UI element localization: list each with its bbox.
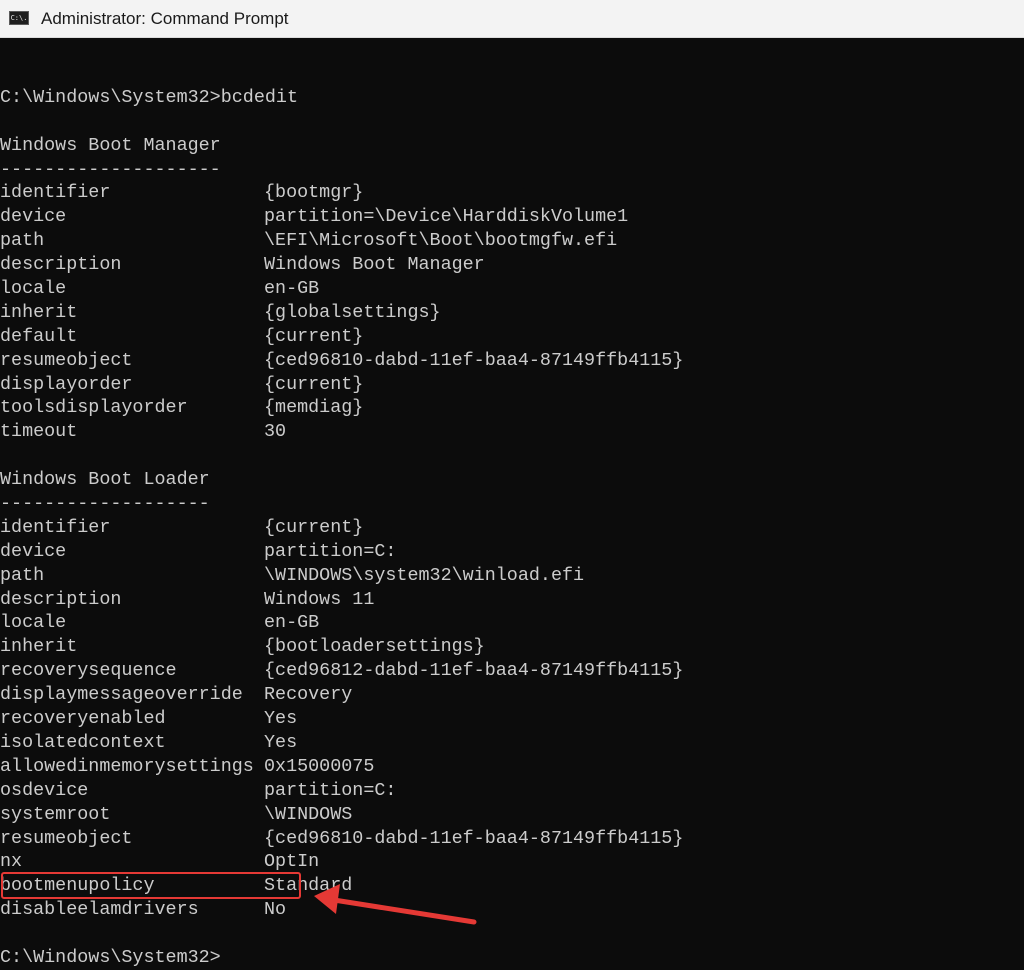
bcd-entry: default {current} (0, 325, 1024, 349)
entry-key: timeout (0, 421, 78, 443)
cmd-icon: C:\. (9, 11, 29, 25)
command-line: C:\Windows\System32>bcdedit (0, 86, 298, 108)
bcd-entry: path \WINDOWS\system32\winload.efi (0, 564, 1024, 588)
entry-value: partition=\Device\HarddiskVolume1 (264, 206, 629, 228)
entry-value: {bootmgr} (264, 182, 364, 204)
boot-manager-entries: identifier {bootmgr} device partition=\Devi… (0, 181, 1024, 444)
entry-value: Yes (264, 708, 298, 730)
bcd-entry: resumeobject {ced96810-dabd-11ef-baa4-871… (0, 349, 1024, 373)
entry-key: resumeobject (0, 827, 133, 849)
entry-key: identifier (0, 516, 111, 538)
entry-value: {current} (264, 325, 364, 347)
entry-key: disableelamdrivers (0, 899, 199, 921)
entry-value: 0x15000075 (264, 755, 375, 777)
entry-value: {current} (264, 373, 364, 395)
entry-key: device (0, 540, 67, 562)
entry-key: description (0, 588, 122, 610)
entry-key: isolatedcontext (0, 731, 166, 753)
entry-value: \EFI\Microsoft\Boot\bootmgfw.efi (264, 230, 618, 252)
entry-key: recoverysequence (0, 660, 177, 682)
bcd-entry: osdevice partition=C: (0, 779, 1024, 803)
bcd-entry: displaymessageoverride Recovery (0, 683, 1024, 707)
entry-value: en-GB (264, 278, 320, 300)
entry-value: Windows Boot Manager (264, 254, 485, 276)
highlight-box (1, 872, 301, 899)
boot-manager-heading: Windows Boot Manager (0, 134, 221, 156)
bcd-entry: systemroot \WINDOWS (0, 803, 1024, 827)
bcd-entry: toolsdisplayorder {memdiag} (0, 396, 1024, 420)
entry-key: nx (0, 851, 23, 873)
bcd-entry: path \EFI\Microsoft\Boot\bootmgfw.efi (0, 229, 1024, 253)
entry-value: 30 (264, 421, 287, 443)
bcd-entry: identifier {bootmgr} (0, 181, 1024, 205)
bcd-entry: nx OptIn (0, 850, 1024, 874)
bcd-entry: resumeobject {ced96810-dabd-11ef-baa4-871… (0, 827, 1024, 851)
boot-loader-entries: identifier {current} device partition=C: pat… (0, 516, 1024, 922)
heading-underline: -------------------- (0, 158, 221, 180)
bcd-entry: timeout 30 (0, 420, 1024, 444)
entry-value: {ced96810-dabd-11ef-baa4-87149ffb4115} (264, 827, 684, 849)
entry-key: systemroot (0, 803, 111, 825)
entry-value: {current} (264, 516, 364, 538)
entry-key: path (0, 230, 45, 252)
prompt-line: C:\Windows\System32> (0, 946, 221, 968)
entry-value: {ced96810-dabd-11ef-baa4-87149ffb4115} (264, 349, 684, 371)
bcd-entry: locale en-GB (0, 611, 1024, 635)
entry-key: locale (0, 278, 67, 300)
console-output[interactable]: C:\Windows\System32>bcdedit Windows Boot… (0, 62, 1024, 970)
entry-value: {memdiag} (264, 397, 364, 419)
entry-key: identifier (0, 182, 111, 204)
bcd-entry: inherit {bootloadersettings} (0, 635, 1024, 659)
bcd-entry: device partition=C: (0, 540, 1024, 564)
entry-key: device (0, 206, 67, 228)
bcd-entry: displayorder {current} (0, 373, 1024, 397)
window-title: Administrator: Command Prompt (41, 9, 289, 28)
bcd-entry: inherit {globalsettings} (0, 301, 1024, 325)
entry-value: Yes (264, 731, 298, 753)
bcd-entry: device partition=\Device\HarddiskVolume1 (0, 205, 1024, 229)
entry-value: No (264, 899, 287, 921)
bcd-entry: description Windows Boot Manager (0, 253, 1024, 277)
entry-value: partition=C: (264, 779, 397, 801)
entry-value: Recovery (264, 684, 353, 706)
title-bar: C:\. Administrator: Command Prompt (0, 0, 1024, 38)
entry-value: Windows 11 (264, 588, 375, 610)
bcd-entry: description Windows 11 (0, 588, 1024, 612)
bcd-entry: disableelamdrivers No (0, 898, 1024, 922)
entry-key: inherit (0, 636, 78, 658)
entry-key: resumeobject (0, 349, 133, 371)
entry-key: displayorder (0, 373, 133, 395)
bcd-entry: allowedinmemorysettings 0x15000075 (0, 755, 1024, 779)
bcd-entry: locale en-GB (0, 277, 1024, 301)
entry-key: allowedinmemorysettings (0, 755, 254, 777)
bcd-entry: isolatedcontext Yes (0, 731, 1024, 755)
entry-value: {bootloadersettings} (264, 636, 485, 658)
entry-value: \WINDOWS\system32\winload.efi (264, 564, 585, 586)
entry-value: {globalsettings} (264, 301, 441, 323)
entry-key: recoveryenabled (0, 708, 166, 730)
bcd-entry: identifier {current} (0, 516, 1024, 540)
heading-underline: ------------------- (0, 493, 210, 515)
entry-key: displaymessageoverride (0, 684, 243, 706)
entry-value: en-GB (264, 612, 320, 634)
entry-key: default (0, 325, 78, 347)
arrow-icon (314, 884, 477, 925)
entry-key: description (0, 254, 122, 276)
entry-key: locale (0, 612, 67, 634)
entry-value: partition=C: (264, 540, 397, 562)
bcd-entry: recoverysequence {ced96812-dabd-11ef-baa4… (0, 659, 1024, 683)
entry-key: toolsdisplayorder (0, 397, 188, 419)
entry-value: {ced96812-dabd-11ef-baa4-87149ffb4115} (264, 660, 684, 682)
boot-loader-heading: Windows Boot Loader (0, 469, 210, 491)
entry-value: \WINDOWS (264, 803, 353, 825)
entry-key: osdevice (0, 779, 89, 801)
entry-key: path (0, 564, 45, 586)
entry-key: inherit (0, 301, 78, 323)
bcd-entry: recoveryenabled Yes (0, 707, 1024, 731)
